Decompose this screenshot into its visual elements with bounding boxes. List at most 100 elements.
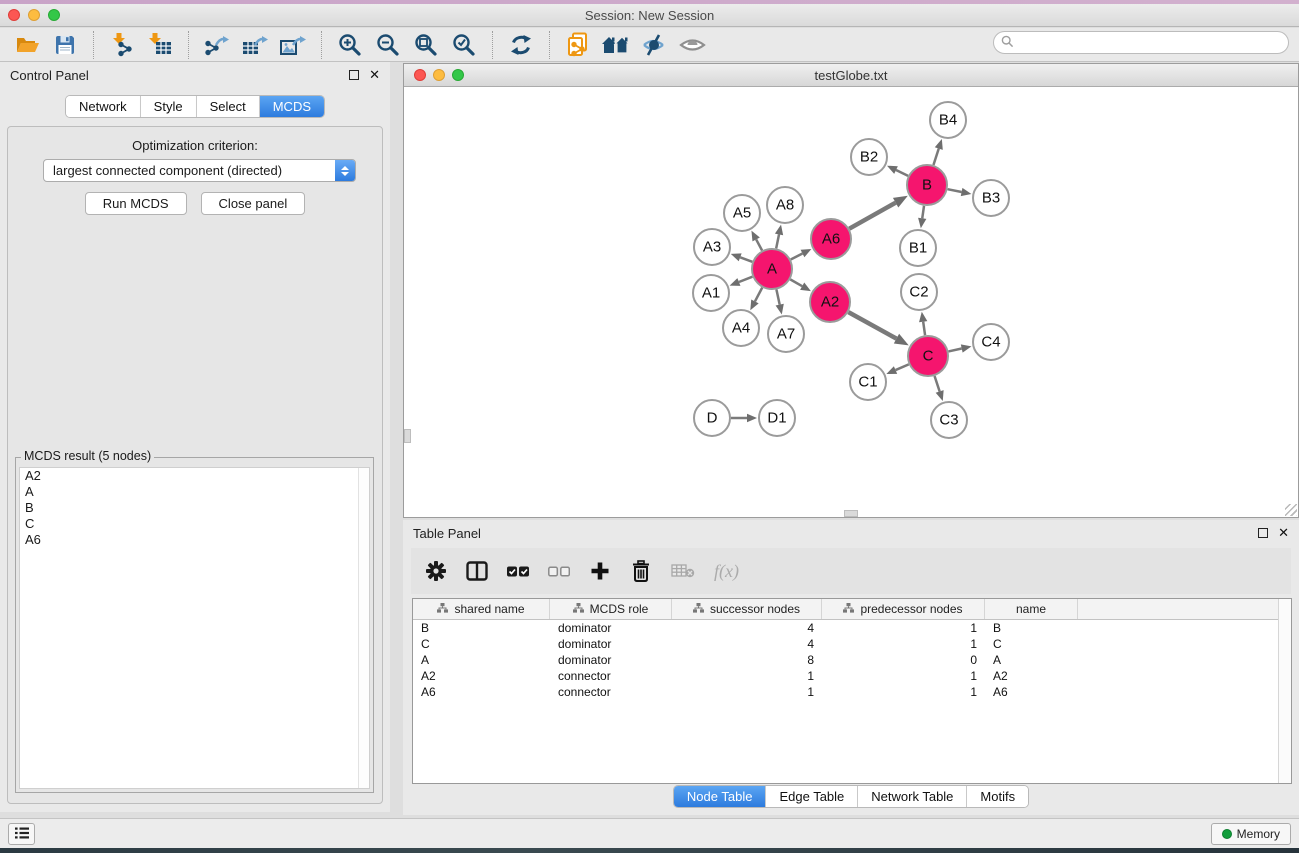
result-list-scrollbar[interactable] [358,468,369,788]
new-network-from-selection-icon[interactable] [563,30,593,60]
tab-mcds[interactable]: MCDS [260,96,324,117]
graph-edge-A-A4[interactable] [755,288,762,302]
tab-motifs[interactable]: Motifs [967,786,1028,807]
graph-edge-arrowhead [775,225,783,236]
zoom-fit-content-icon[interactable] [411,30,441,60]
graph-edge-A-A7[interactable] [776,290,779,305]
graph-edge-A2-C[interactable] [848,312,896,338]
application-window: Session: New Session Control Panel ✕ Net… [0,0,1299,853]
mcds-result-item[interactable]: C [20,516,369,532]
tab-select[interactable]: Select [197,96,260,117]
graph-edge-C-C3[interactable] [935,376,940,392]
graph-edge-A-A1[interactable] [739,277,753,282]
tab-edge-table[interactable]: Edge Table [766,786,858,807]
select-all-columns-icon[interactable] [507,558,529,584]
zoom-in-icon[interactable] [335,30,365,60]
add-column-icon[interactable] [589,558,611,584]
network-window-title: testGlobe.txt [404,68,1298,83]
graph-edge-A-A8[interactable] [776,234,779,248]
table-row[interactable]: Adominator80A [413,652,1278,668]
network-window-titlebar[interactable]: testGlobe.txt [404,64,1298,87]
graph-node-label-C2: C2 [909,284,928,301]
table-row[interactable]: A6connector11A6 [413,684,1278,700]
table-scrollbar[interactable] [1278,599,1291,783]
graph-edge-arrowhead [894,334,909,346]
graph-edge-C-C2[interactable] [923,322,925,335]
column-header-MCDS-role[interactable]: MCDS role [550,599,672,619]
hide-graphics-details-icon[interactable] [639,30,669,60]
close-panel-button[interactable]: Close panel [201,192,306,215]
optimization-criterion-select[interactable]: largest connected component (directed) [43,159,356,182]
import-table-icon[interactable] [145,30,175,60]
column-header-predecessor-nodes[interactable]: predecessor nodes [822,599,985,619]
table-row[interactable]: A2connector11A2 [413,668,1278,684]
refresh-view-icon[interactable] [506,30,536,60]
column-layout-icon[interactable] [466,558,488,584]
export-network-icon[interactable] [202,30,232,60]
toolbar-separator [492,31,493,59]
graph-node-label-B4: B4 [939,112,957,129]
close-panel-icon[interactable]: ✕ [369,70,380,80]
graph-edge-A-A5[interactable] [756,239,762,250]
float-panel-icon[interactable] [1258,528,1268,538]
close-panel-icon[interactable]: ✕ [1278,528,1289,538]
mcds-result-item[interactable]: A [20,484,369,500]
graph-edge-B-B2[interactable] [896,170,908,176]
mcds-result-list[interactable]: A2ABCA6 [19,467,370,789]
settings-gear-icon[interactable] [425,558,447,584]
column-header-shared-name[interactable]: shared name [413,599,550,619]
graph-edge-A-A6[interactable] [791,254,803,260]
cell-shared-name: A6 [413,685,550,699]
mcds-result-item[interactable]: A6 [20,532,369,548]
deselect-all-columns-icon[interactable] [548,558,570,584]
cell-MCDS-role: dominator [550,637,672,651]
mcds-result-box: MCDS result (5 nodes) A2ABCA6 [15,457,374,793]
memory-button[interactable]: Memory [1211,823,1291,845]
graph-edge-B-B1[interactable] [922,206,924,219]
table-row[interactable]: Bdominator41B [413,620,1278,636]
mcds-result-item[interactable]: B [20,500,369,516]
mcds-result-item[interactable]: A2 [20,468,369,484]
tab-node-table[interactable]: Node Table [674,786,767,807]
show-graphics-details-icon[interactable] [677,30,707,60]
tab-style[interactable]: Style [141,96,197,117]
export-table-icon[interactable] [240,30,270,60]
import-network-icon[interactable] [107,30,137,60]
graph-edge-A6-B[interactable] [849,203,895,229]
window-resize-grip[interactable] [1285,504,1297,516]
tab-network-table[interactable]: Network Table [858,786,967,807]
run-mcds-button[interactable]: Run MCDS [85,192,187,215]
search-input[interactable] [1018,36,1288,50]
cell-successor-nodes: 1 [672,669,822,683]
tab-network[interactable]: Network [66,96,141,117]
graph-edge-A-A3[interactable] [740,257,752,261]
column-header-name[interactable]: name [985,599,1078,619]
open-file-icon[interactable] [12,30,42,60]
graph-node-label-A: A [767,261,777,278]
graph-edge-B-B3[interactable] [948,189,962,192]
delete-column-icon[interactable] [630,558,652,584]
export-image-icon[interactable] [278,30,308,60]
network-canvas[interactable]: B4B2BB3A5A8A6A3B1AA1C2A2A4A7CC4C1C3DD1 [404,88,1298,517]
horizontal-scroll-hint[interactable] [844,510,858,517]
zoom-out-icon[interactable] [373,30,403,60]
mcds-result-title: MCDS result (5 nodes) [21,449,154,463]
graph-edge-C-C1[interactable] [896,364,909,370]
task-history-button[interactable] [8,823,35,845]
graph-edge-C-C4[interactable] [948,349,961,352]
table-row[interactable]: Cdominator41C [413,636,1278,652]
graph-node-label-A7: A7 [777,326,795,343]
graph-edge-A-A2[interactable] [790,279,802,286]
search-field[interactable] [993,31,1289,54]
home-view-icon[interactable] [601,30,631,60]
save-session-icon[interactable] [50,30,80,60]
vertical-scroll-hint[interactable] [404,429,411,443]
graph-edge-B-B4[interactable] [933,149,938,165]
zoom-selected-region-icon[interactable] [449,30,479,60]
function-builder-icon: f(x) [714,558,739,584]
float-panel-icon[interactable] [349,70,359,80]
column-header-successor-nodes[interactable]: successor nodes [672,599,822,619]
status-bar: Memory [0,818,1299,848]
graph-node-label-B2: B2 [860,149,878,166]
cell-name: A [985,653,1078,667]
